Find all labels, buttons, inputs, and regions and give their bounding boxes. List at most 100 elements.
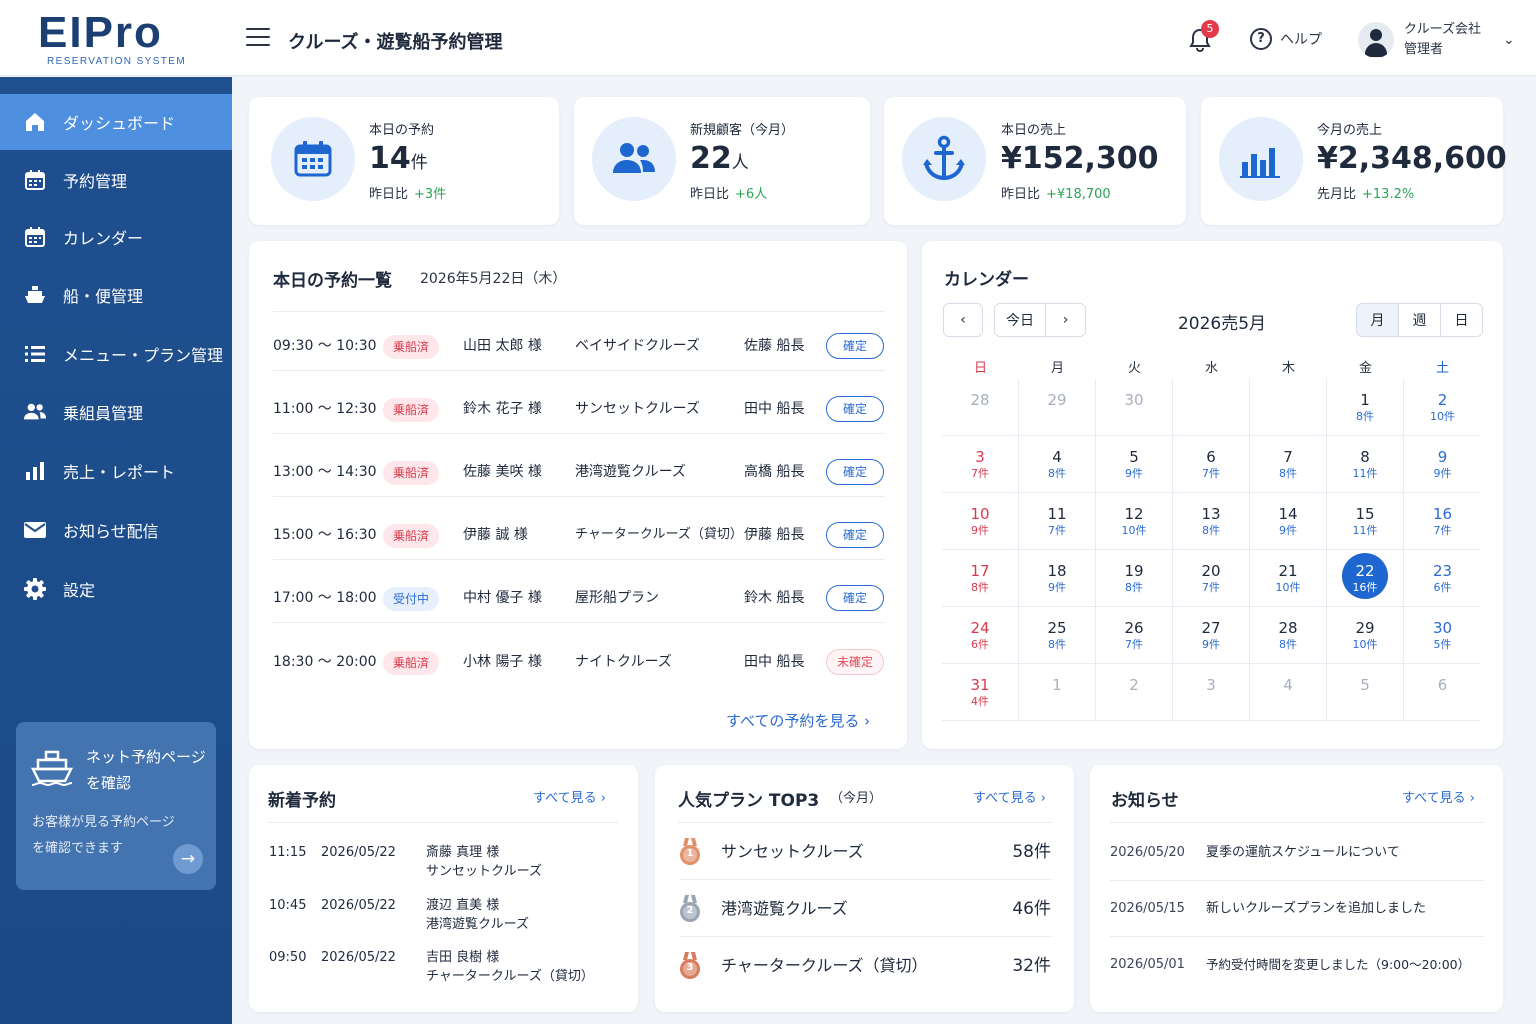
news-date: 2026/05/01: [1110, 957, 1185, 972]
sidebar-item-calendar[interactable]: カレンダー: [0, 209, 232, 265]
calendar-day[interactable]: 29 10件: [1327, 607, 1404, 664]
calendar-day[interactable]: 30 5件: [1404, 607, 1481, 664]
calendar-day[interactable]: 14 9件: [1250, 493, 1327, 550]
sidebar-item-crew[interactable]: 乗組員管理: [0, 384, 232, 440]
calendar-day[interactable]: 15 11件: [1327, 493, 1404, 550]
status-badge[interactable]: 確定: [826, 396, 885, 422]
weekday-header: 金: [1358, 361, 1372, 376]
calendar-day[interactable]: 6 7件: [1173, 436, 1250, 493]
calendar-day[interactable]: 25 8件: [1019, 607, 1096, 664]
status-badge[interactable]: 確定: [826, 333, 885, 359]
calendar-day[interactable]: 8 11件: [1327, 436, 1404, 493]
reservation-row[interactable]: 15:00 ～ 16:30 乗船済 伊藤 誠 様 チャータークルーズ（貸切） 伊…: [273, 510, 885, 560]
calendar-day[interactable]: 27 9件: [1173, 607, 1250, 664]
user-menu[interactable]: クルーズ会社 管理者 ⌄: [1358, 20, 1515, 60]
calendar-day[interactable]: 5: [1327, 664, 1404, 721]
help-button[interactable]: ? ヘルプ: [1250, 27, 1322, 51]
status-badge[interactable]: 確定: [826, 522, 885, 548]
logo[interactable]: EIPro RESERVATION SYSTEM: [38, 10, 198, 68]
sidebar-item-ships[interactable]: 船・便管理: [0, 267, 232, 323]
calendar-day[interactable]: 6: [1404, 664, 1481, 721]
calendar-day[interactable]: 10 9件: [942, 493, 1019, 550]
status-badge[interactable]: 確定: [826, 585, 885, 611]
calendar-day[interactable]: 2 10件: [1404, 379, 1481, 436]
calendar-day[interactable]: 21 10件: [1250, 550, 1327, 607]
calendar-day[interactable]: 18 9件: [1019, 550, 1096, 607]
day-number: 16: [1432, 505, 1453, 523]
status-badge[interactable]: 確定: [826, 459, 885, 485]
day-number: 20: [1201, 562, 1221, 580]
calendar-day[interactable]: 28: [942, 379, 1019, 436]
calendar-day[interactable]: 9 9件: [1404, 436, 1481, 493]
prev-month-button[interactable]: ‹: [943, 303, 983, 337]
calendar-day[interactable]: 20 7件: [1173, 550, 1250, 607]
calendar-day[interactable]: 29: [1019, 379, 1096, 436]
view-all-link[interactable]: すべて見る ›: [973, 787, 1046, 806]
reservation-row[interactable]: 18:30 ～ 20:00 乗船済 小林 陽子 様 ナイトクルーズ 田中 船長 …: [273, 637, 885, 687]
comparison-label: 昨日比: [1001, 187, 1041, 202]
calendar-day[interactable]: 12 10件: [1096, 493, 1173, 550]
sidebar-item-settings[interactable]: 設定: [0, 561, 232, 617]
arrow-right-icon[interactable]: →: [173, 844, 203, 874]
calendar-day[interactable]: 5 9件: [1096, 436, 1173, 493]
sidebar-item-notices[interactable]: お知らせ配信: [0, 502, 232, 558]
view-all-link[interactable]: すべて見る ›: [1402, 787, 1475, 806]
calendar-day[interactable]: 11 7件: [1019, 493, 1096, 550]
calendar-day[interactable]: 13 8件: [1173, 493, 1250, 550]
popular-plan-row[interactable]: 1 サンセットクルーズ 58件: [679, 824, 1051, 880]
period-label: （今月）: [830, 791, 883, 806]
news-item[interactable]: 2026/05/20 夏季の運航スケジュールについて: [1110, 825, 1484, 881]
day-booking-count: 9件: [1433, 467, 1452, 480]
calendar-day[interactable]: 3 7件: [942, 436, 1019, 493]
plan-count: 32件: [1012, 956, 1051, 976]
calendar-day[interactable]: 30: [1096, 379, 1173, 436]
calendar-day[interactable]: 3: [1173, 664, 1250, 721]
card-title: 新着予約: [268, 791, 336, 811]
calendar-day[interactable]: 17 8件: [942, 550, 1019, 607]
news-item[interactable]: 2026/05/01 予約受付時間を変更しました（9:00〜20:00）: [1110, 937, 1484, 993]
gear-icon: [23, 577, 47, 601]
calendar-day[interactable]: 28 8件: [1250, 607, 1327, 664]
today-button[interactable]: 今日: [994, 303, 1046, 337]
news-item[interactable]: 2026/05/15 新しいクルーズプランを追加しました: [1110, 881, 1484, 937]
calendar-day[interactable]: 19 8件: [1096, 550, 1173, 607]
sidebar-item-dashboard[interactable]: ダッシュボード: [0, 94, 232, 150]
calendar-day[interactable]: 7 8件: [1250, 436, 1327, 493]
ship-icon: [30, 748, 74, 792]
calendar-day[interactable]: 24 6件: [942, 607, 1019, 664]
view-all-reservations-link[interactable]: すべての予約を見る ›: [726, 710, 870, 731]
day-booking-count: 8件: [1125, 581, 1143, 594]
calendar-day[interactable]: 4: [1250, 664, 1327, 721]
calendar-day[interactable]: 23 6件: [1404, 550, 1481, 607]
calendar-day[interactable]: 1 8件: [1327, 379, 1404, 436]
calendar-day[interactable]: 16 7件: [1404, 493, 1481, 550]
calendar-day[interactable]: 26 7件: [1096, 607, 1173, 664]
next-month-button[interactable]: ›: [1045, 303, 1086, 337]
day-booking-count: 10件: [1352, 638, 1378, 651]
calendar-day[interactable]: 4 8件: [1019, 436, 1096, 493]
view-all-link[interactable]: すべて見る ›: [533, 787, 606, 806]
view-day-button[interactable]: 日: [1440, 303, 1483, 337]
hamburger-menu-icon[interactable]: [246, 28, 270, 48]
popular-plan-row[interactable]: 2 港湾遊覧クルーズ 46件: [679, 881, 1051, 937]
reservation-row[interactable]: 13:00 ～ 14:30 乗船済 佐藤 美咲 様 港湾遊覧クルーズ 高橋 船長…: [273, 447, 885, 497]
sidebar-item-sales-report[interactable]: 売上・レポート: [0, 443, 232, 499]
reservation-row[interactable]: 17:00 ～ 18:00 受付中 中村 優子 様 屋形船プラン 鈴木 船長 確…: [273, 573, 885, 623]
calendar-day[interactable]: 2: [1096, 664, 1173, 721]
status-badge[interactable]: 未確定: [826, 649, 885, 675]
booking-page-promo[interactable]: ネット予約ページ を確認 お客様が見る予約ページ を確認できます →: [16, 722, 216, 890]
reservation-row[interactable]: 09:30 ～ 10:30 乗船済 山田 太郎 様 ベイサイドクルーズ 佐藤 船…: [273, 321, 885, 371]
calendar-day[interactable]: 1: [1019, 664, 1096, 721]
sidebar-item-menu-plans[interactable]: メニュー・プラン管理: [0, 326, 232, 382]
calendar-day-today[interactable]: 22 16件: [1327, 550, 1404, 607]
calendar-day[interactable]: 31 4件: [942, 664, 1019, 721]
reservation-row[interactable]: 11:00 ～ 12:30 乗船済 鈴木 花子 様 サンセットクルーズ 田中 船…: [273, 384, 885, 434]
reservation-time: 17:00 ～ 18:00: [273, 590, 377, 606]
day-booking-count: 6件: [971, 638, 989, 651]
sidebar-item-reservations[interactable]: 予約管理: [0, 152, 232, 208]
view-month-button[interactable]: 月: [1356, 303, 1399, 337]
top-header: EIPro RESERVATION SYSTEM クルーズ・遊覧船予約管理 5 …: [0, 0, 1536, 76]
popular-plan-row[interactable]: 3 チャータークルーズ（貸切） 32件: [679, 938, 1051, 994]
comparison-label: 昨日比: [369, 187, 409, 202]
view-week-button[interactable]: 週: [1398, 303, 1441, 337]
